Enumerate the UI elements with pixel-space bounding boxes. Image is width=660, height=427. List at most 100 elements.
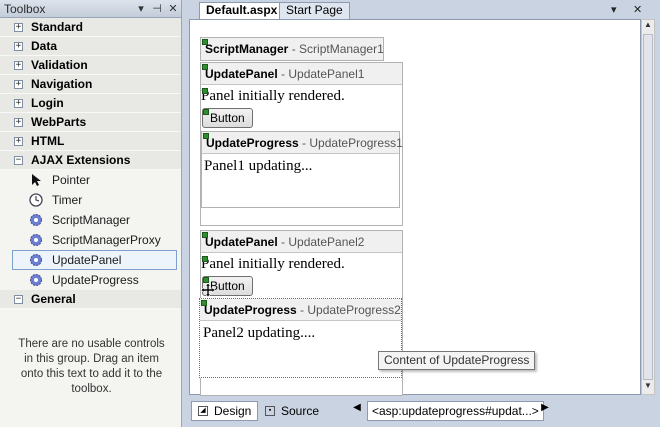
expand-icon[interactable]: + <box>14 22 23 32</box>
control-header: UpdateProgress - UpdateProgress2 <box>200 299 401 321</box>
category-navigation[interactable]: + Navigation <box>0 75 181 94</box>
toolbox-item-label: ScriptManager <box>52 213 131 227</box>
expand-icon[interactable]: + <box>14 60 23 70</box>
category-label: WebParts <box>31 115 87 129</box>
progress1-text: Panel1 updating... <box>204 158 313 174</box>
panel2-text: Panel initially rendered. <box>201 256 345 272</box>
scroll-down-icon[interactable]: ▼ <box>642 381 654 394</box>
smart-tag-icon[interactable] <box>202 88 208 94</box>
control-header: UpdatePanel - UpdatePanel1 <box>201 63 402 85</box>
category-label: Login <box>31 96 64 110</box>
category-validation[interactable]: + Validation <box>0 56 181 75</box>
move-handle-icon[interactable] <box>200 282 216 298</box>
category-label: Data <box>31 39 58 53</box>
category-label: Navigation <box>31 77 93 91</box>
gear-icon <box>28 272 44 288</box>
category-webparts[interactable]: + WebParts <box>0 113 181 132</box>
smart-tag-icon[interactable] <box>203 109 209 115</box>
toolbox-item-label: ScriptManagerProxy <box>52 233 161 247</box>
gear-icon <box>28 212 44 228</box>
toolbox-titlebar: Toolbox ▾ ⊣ ✕ <box>0 0 181 18</box>
smart-tag-icon[interactable] <box>202 232 208 238</box>
expand-icon[interactable]: + <box>14 98 23 108</box>
expand-icon[interactable]: + <box>14 117 23 127</box>
control-id: UpdatePanel1 <box>288 66 365 81</box>
category-label: General <box>31 292 76 306</box>
toolbox-item-updateprogress[interactable]: UpdateProgress <box>12 270 177 290</box>
source-label: Source <box>281 404 320 418</box>
control-type: UpdateProgress <box>204 302 297 317</box>
vertical-scrollbar[interactable]: ▲ ▼ <box>641 19 655 395</box>
tag-nav-right-icon[interactable]: ▶ <box>539 402 551 420</box>
category-html[interactable]: + HTML <box>0 132 181 151</box>
category-login[interactable]: + Login <box>0 94 181 113</box>
expand-icon[interactable]: + <box>14 79 23 89</box>
toolbox-item-pointer[interactable]: Pointer <box>12 170 177 190</box>
toolbox-empty-message[interactable]: There are no usable controls in this gro… <box>14 337 169 397</box>
scriptmanager-control[interactable]: ScriptManager - ScriptManager1 <box>200 37 384 61</box>
smart-tag-icon[interactable] <box>202 256 208 262</box>
view-bar: ◢ Design ▪ Source ◀ <asp:updateprogress#… <box>183 397 660 427</box>
tab-start-page[interactable]: Start Page <box>279 2 350 19</box>
smart-tag-icon[interactable] <box>202 64 208 70</box>
category-label: HTML <box>31 134 65 148</box>
smart-tag-icon[interactable] <box>201 300 207 306</box>
category-label: Standard <box>31 20 84 34</box>
tag-navigator[interactable]: <asp:updateprogress#updat...> <box>367 401 544 421</box>
control-type: UpdatePanel <box>205 66 278 81</box>
category-ajax-extensions[interactable]: − AJAX Extensions <box>0 151 181 170</box>
control-id: UpdateProgress1 <box>309 135 403 150</box>
category-standard[interactable]: + Standard <box>0 18 181 37</box>
design-view-button[interactable]: ◢ Design <box>191 401 259 421</box>
toolbox-item-label: Pointer <box>52 173 91 187</box>
tab-default-aspx[interactable]: Default.aspx <box>199 2 285 19</box>
toolbox-panel: Toolbox ▾ ⊣ ✕ + Standard + Data + Validatio… <box>0 0 182 427</box>
control-id: UpdatePanel2 <box>288 234 365 249</box>
tag-nav-left-icon[interactable]: ◀ <box>351 402 363 420</box>
clock-icon <box>28 192 44 208</box>
document-tab-strip: Default.aspx Start Page ▾ ✕ <box>183 0 660 19</box>
scroll-thumb[interactable] <box>643 34 653 380</box>
gear-icon <box>28 252 44 268</box>
toolbox-item-timer[interactable]: Timer <box>12 190 177 210</box>
expand-icon[interactable]: + <box>14 136 23 146</box>
control-type: ScriptManager <box>205 42 289 56</box>
scroll-up-icon[interactable]: ▲ <box>642 20 654 33</box>
category-general[interactable]: − General <box>0 290 181 309</box>
close-icon[interactable]: ✕ <box>633 3 642 16</box>
pointer-icon <box>28 172 44 188</box>
control-type: UpdateProgress <box>206 135 299 150</box>
smart-tag-icon[interactable] <box>203 133 209 139</box>
toolbox-item-scriptmanagerproxy[interactable]: ScriptManagerProxy <box>12 230 177 250</box>
updateprogress2-control[interactable]: UpdateProgress - UpdateProgress2 Panel2 … <box>199 298 402 378</box>
progress2-text: Panel2 updating.... <box>203 325 316 341</box>
toolbox-item-scriptmanager[interactable]: ScriptManager <box>12 210 177 230</box>
category-label: AJAX Extensions <box>31 153 131 167</box>
design-label: Design <box>214 404 252 418</box>
control-header: UpdateProgress - UpdateProgress1 <box>202 132 403 154</box>
toolbox-title: Toolbox <box>4 1 46 16</box>
smart-tag-icon[interactable] <box>202 39 208 45</box>
pin-icon[interactable]: ⊣ <box>149 2 165 15</box>
toolbox-item-label: UpdatePanel <box>52 253 122 267</box>
source-view-button[interactable]: ▪ Source <box>259 401 325 421</box>
design-icon: ◢ <box>198 406 208 416</box>
toolbox-item-label: UpdateProgress <box>52 273 139 287</box>
control-header: ScriptManager - ScriptManager1 <box>201 38 384 60</box>
toolbox-item-label: Timer <box>52 193 83 207</box>
control-id: UpdateProgress2 <box>307 302 401 317</box>
dropdown-icon[interactable]: ▾ <box>133 2 149 15</box>
panel1-button[interactable]: Button <box>202 108 253 128</box>
updateprogress1-control[interactable]: UpdateProgress - UpdateProgress1 Panel1 … <box>201 131 403 208</box>
collapse-icon[interactable]: − <box>14 155 23 165</box>
dropdown-icon[interactable]: ▾ <box>611 3 617 16</box>
toolbox-item-updatepanel[interactable]: UpdatePanel <box>12 250 177 270</box>
gear-icon <box>28 232 44 248</box>
category-label: Validation <box>31 58 88 72</box>
expand-icon[interactable]: + <box>14 41 23 51</box>
control-id: ScriptManager1 <box>299 42 384 56</box>
source-icon: ▪ <box>265 406 275 416</box>
close-icon[interactable]: ✕ <box>165 2 181 15</box>
category-data[interactable]: + Data <box>0 37 181 56</box>
collapse-icon[interactable]: − <box>14 294 23 304</box>
